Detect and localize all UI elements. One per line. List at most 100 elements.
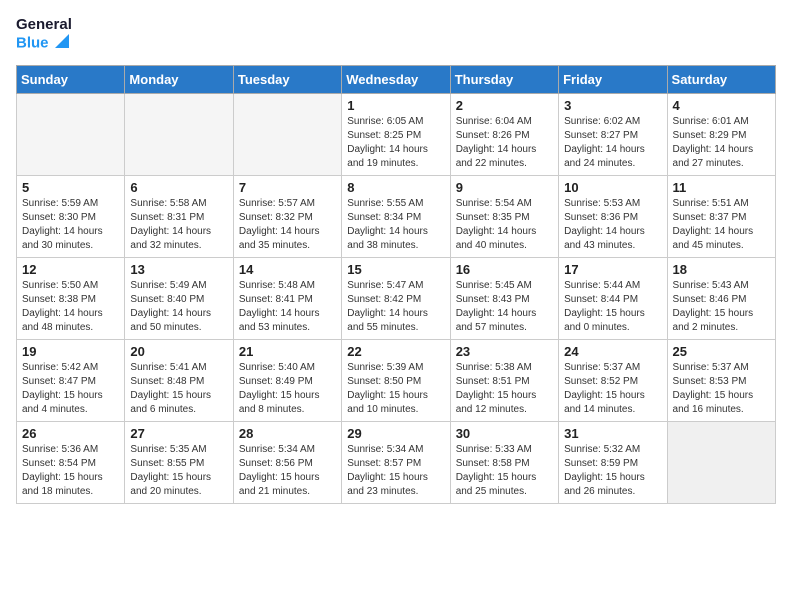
calendar-cell	[233, 94, 341, 176]
day-number: 14	[239, 262, 336, 277]
calendar-cell: 9 Sunrise: 5:54 AM Sunset: 8:35 PM Daylig…	[450, 176, 558, 258]
day-number: 28	[239, 426, 336, 441]
day-info: Sunrise: 5:34 AM Sunset: 8:57 PM Dayligh…	[347, 443, 444, 499]
day-info: Sunrise: 5:39 AM Sunset: 8:50 PM Dayligh…	[347, 361, 444, 417]
day-info: Sunrise: 5:33 AM Sunset: 8:58 PM Dayligh…	[456, 443, 553, 499]
calendar-cell: 21 Sunrise: 5:40 AM Sunset: 8:49 PM Dayli…	[233, 340, 341, 422]
day-info: Sunrise: 6:04 AM Sunset: 8:26 PM Dayligh…	[456, 115, 553, 171]
day-number: 11	[673, 180, 770, 195]
day-number: 15	[347, 262, 444, 277]
day-number: 24	[564, 344, 661, 359]
calendar-cell: 3 Sunrise: 6:02 AM Sunset: 8:27 PM Daylig…	[559, 94, 667, 176]
calendar-cell: 26 Sunrise: 5:36 AM Sunset: 8:54 PM Dayli…	[17, 422, 125, 504]
calendar-cell: 11 Sunrise: 5:51 AM Sunset: 8:37 PM Dayli…	[667, 176, 775, 258]
day-info: Sunrise: 5:43 AM Sunset: 8:46 PM Dayligh…	[673, 279, 770, 335]
day-number: 26	[22, 426, 119, 441]
weekday-header-thursday: Thursday	[450, 66, 558, 94]
day-info: Sunrise: 5:51 AM Sunset: 8:37 PM Dayligh…	[673, 197, 770, 253]
day-info: Sunrise: 5:44 AM Sunset: 8:44 PM Dayligh…	[564, 279, 661, 335]
day-info: Sunrise: 5:48 AM Sunset: 8:41 PM Dayligh…	[239, 279, 336, 335]
day-number: 5	[22, 180, 119, 195]
day-info: Sunrise: 6:02 AM Sunset: 8:27 PM Dayligh…	[564, 115, 661, 171]
day-number: 20	[130, 344, 227, 359]
calendar-table: SundayMondayTuesdayWednesdayThursdayFrid…	[16, 65, 776, 504]
weekday-header-monday: Monday	[125, 66, 233, 94]
day-info: Sunrise: 5:42 AM Sunset: 8:47 PM Dayligh…	[22, 361, 119, 417]
calendar-cell	[667, 422, 775, 504]
calendar-cell: 12 Sunrise: 5:50 AM Sunset: 8:38 PM Dayli…	[17, 258, 125, 340]
day-number: 27	[130, 426, 227, 441]
day-info: Sunrise: 5:47 AM Sunset: 8:42 PM Dayligh…	[347, 279, 444, 335]
calendar-cell: 17 Sunrise: 5:44 AM Sunset: 8:44 PM Dayli…	[559, 258, 667, 340]
day-info: Sunrise: 5:55 AM Sunset: 8:34 PM Dayligh…	[347, 197, 444, 253]
day-number: 19	[22, 344, 119, 359]
day-info: Sunrise: 5:38 AM Sunset: 8:51 PM Dayligh…	[456, 361, 553, 417]
calendar-cell: 10 Sunrise: 5:53 AM Sunset: 8:36 PM Dayli…	[559, 176, 667, 258]
day-info: Sunrise: 6:01 AM Sunset: 8:29 PM Dayligh…	[673, 115, 770, 171]
day-info: Sunrise: 5:40 AM Sunset: 8:49 PM Dayligh…	[239, 361, 336, 417]
day-number: 25	[673, 344, 770, 359]
calendar-cell: 7Sunrise: 5:57 AM Sunset: 8:32 PM Daylig…	[233, 176, 341, 258]
day-number: 22	[347, 344, 444, 359]
day-info: Sunrise: 5:53 AM Sunset: 8:36 PM Dayligh…	[564, 197, 661, 253]
weekday-header-sunday: Sunday	[17, 66, 125, 94]
day-number: 31	[564, 426, 661, 441]
day-number: 16	[456, 262, 553, 277]
day-number: 1	[347, 98, 444, 113]
weekday-header-friday: Friday	[559, 66, 667, 94]
day-number: 12	[22, 262, 119, 277]
calendar-cell: 8 Sunrise: 5:55 AM Sunset: 8:34 PM Daylig…	[342, 176, 450, 258]
day-number: 21	[239, 344, 336, 359]
day-number: 17	[564, 262, 661, 277]
calendar-cell: 27Sunrise: 5:35 AM Sunset: 8:55 PM Dayli…	[125, 422, 233, 504]
calendar-cell: 29 Sunrise: 5:34 AM Sunset: 8:57 PM Dayli…	[342, 422, 450, 504]
weekday-header-tuesday: Tuesday	[233, 66, 341, 94]
day-number: 29	[347, 426, 444, 441]
calendar-cell: 24 Sunrise: 5:37 AM Sunset: 8:52 PM Dayli…	[559, 340, 667, 422]
day-info: Sunrise: 5:41 AM Sunset: 8:48 PM Dayligh…	[130, 361, 227, 417]
day-info: Sunrise: 5:45 AM Sunset: 8:43 PM Dayligh…	[456, 279, 553, 335]
day-info: Sunrise: 5:58 AM Sunset: 8:31 PM Dayligh…	[130, 197, 227, 253]
day-number: 8	[347, 180, 444, 195]
calendar-cell: 22 Sunrise: 5:39 AM Sunset: 8:50 PM Dayli…	[342, 340, 450, 422]
day-number: 13	[130, 262, 227, 277]
day-info: Sunrise: 5:37 AM Sunset: 8:53 PM Dayligh…	[673, 361, 770, 417]
day-number: 4	[673, 98, 770, 113]
calendar-cell: 13 Sunrise: 5:49 AM Sunset: 8:40 PM Dayli…	[125, 258, 233, 340]
calendar-cell: 6 Sunrise: 5:58 AM Sunset: 8:31 PM Daylig…	[125, 176, 233, 258]
calendar-cell: 28 Sunrise: 5:34 AM Sunset: 8:56 PM Dayli…	[233, 422, 341, 504]
day-number: 30	[456, 426, 553, 441]
day-info: Sunrise: 5:54 AM Sunset: 8:35 PM Dayligh…	[456, 197, 553, 253]
day-info: Sunrise: 5:49 AM Sunset: 8:40 PM Dayligh…	[130, 279, 227, 335]
calendar-cell: 15 Sunrise: 5:47 AM Sunset: 8:42 PM Dayli…	[342, 258, 450, 340]
day-number: 18	[673, 262, 770, 277]
calendar-cell	[17, 94, 125, 176]
calendar-cell: 1 Sunrise: 6:05 AM Sunset: 8:25 PM Daylig…	[342, 94, 450, 176]
weekday-header-wednesday: Wednesday	[342, 66, 450, 94]
day-info: Sunrise: 5:37 AM Sunset: 8:52 PM Dayligh…	[564, 361, 661, 417]
calendar-cell: 18 Sunrise: 5:43 AM Sunset: 8:46 PM Dayli…	[667, 258, 775, 340]
day-number: 3	[564, 98, 661, 113]
day-number: 9	[456, 180, 553, 195]
calendar-cell: 19 Sunrise: 5:42 AM Sunset: 8:47 PM Dayli…	[17, 340, 125, 422]
calendar-cell: 31Sunrise: 5:32 AM Sunset: 8:59 PM Dayli…	[559, 422, 667, 504]
day-info: Sunrise: 6:05 AM Sunset: 8:25 PM Dayligh…	[347, 115, 444, 171]
calendar-cell: 16 Sunrise: 5:45 AM Sunset: 8:43 PM Dayli…	[450, 258, 558, 340]
calendar-cell: 5 Sunrise: 5:59 AM Sunset: 8:30 PM Daylig…	[17, 176, 125, 258]
day-info: Sunrise: 5:59 AM Sunset: 8:30 PM Dayligh…	[22, 197, 119, 253]
calendar-cell: 20 Sunrise: 5:41 AM Sunset: 8:48 PM Dayli…	[125, 340, 233, 422]
calendar-cell: 2 Sunrise: 6:04 AM Sunset: 8:26 PM Daylig…	[450, 94, 558, 176]
calendar-cell: 30 Sunrise: 5:33 AM Sunset: 8:58 PM Dayli…	[450, 422, 558, 504]
day-number: 7	[239, 180, 336, 195]
logo-text: GeneralBlue	[16, 16, 72, 53]
day-info: Sunrise: 5:36 AM Sunset: 8:54 PM Dayligh…	[22, 443, 119, 499]
day-info: Sunrise: 5:34 AM Sunset: 8:56 PM Dayligh…	[239, 443, 336, 499]
calendar-cell: 23Sunrise: 5:38 AM Sunset: 8:51 PM Dayli…	[450, 340, 558, 422]
day-number: 10	[564, 180, 661, 195]
day-info: Sunrise: 5:50 AM Sunset: 8:38 PM Dayligh…	[22, 279, 119, 335]
calendar-cell: 4 Sunrise: 6:01 AM Sunset: 8:29 PM Daylig…	[667, 94, 775, 176]
calendar-cell	[125, 94, 233, 176]
day-number: 6	[130, 180, 227, 195]
logo: GeneralBlue	[16, 16, 72, 53]
day-number: 2	[456, 98, 553, 113]
